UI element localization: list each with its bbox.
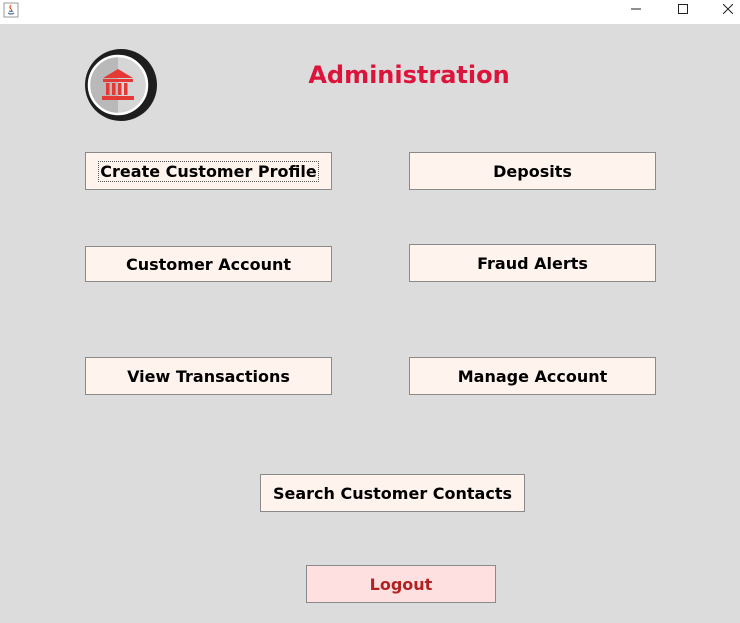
manage-account-button[interactable]: Manage Account — [409, 357, 656, 395]
manage-account-label: Manage Account — [457, 366, 608, 386]
close-icon — [723, 4, 733, 14]
maximize-button[interactable] — [661, 0, 705, 18]
minimize-button[interactable] — [614, 0, 658, 18]
logout-button[interactable]: Logout — [306, 565, 496, 603]
bank-icon — [85, 49, 157, 121]
search-customer-contacts-label: Search Customer Contacts — [272, 483, 512, 503]
title-bar — [0, 0, 740, 24]
fraud-alerts-button[interactable]: Fraud Alerts — [409, 244, 656, 282]
search-customer-contacts-button[interactable]: Search Customer Contacts — [260, 474, 525, 512]
customer-account-label: Customer Account — [125, 254, 292, 274]
maximize-icon — [678, 4, 688, 14]
logout-label: Logout — [369, 574, 433, 594]
minimize-icon — [631, 8, 641, 10]
create-customer-profile-button[interactable]: Create Customer Profile — [85, 152, 332, 190]
create-customer-profile-label: Create Customer Profile — [98, 160, 319, 182]
customer-account-button[interactable]: Customer Account — [85, 246, 332, 282]
fraud-alerts-label: Fraud Alerts — [477, 253, 588, 273]
view-transactions-button[interactable]: View Transactions — [85, 357, 332, 395]
deposits-label: Deposits — [493, 161, 572, 181]
deposits-button[interactable]: Deposits — [409, 152, 656, 190]
close-button[interactable] — [706, 0, 740, 18]
admin-panel: Administration Create Customer Profile D… — [0, 24, 740, 623]
page-title: Administration — [308, 61, 510, 89]
view-transactions-label: View Transactions — [127, 366, 290, 386]
java-app-icon — [3, 2, 19, 18]
